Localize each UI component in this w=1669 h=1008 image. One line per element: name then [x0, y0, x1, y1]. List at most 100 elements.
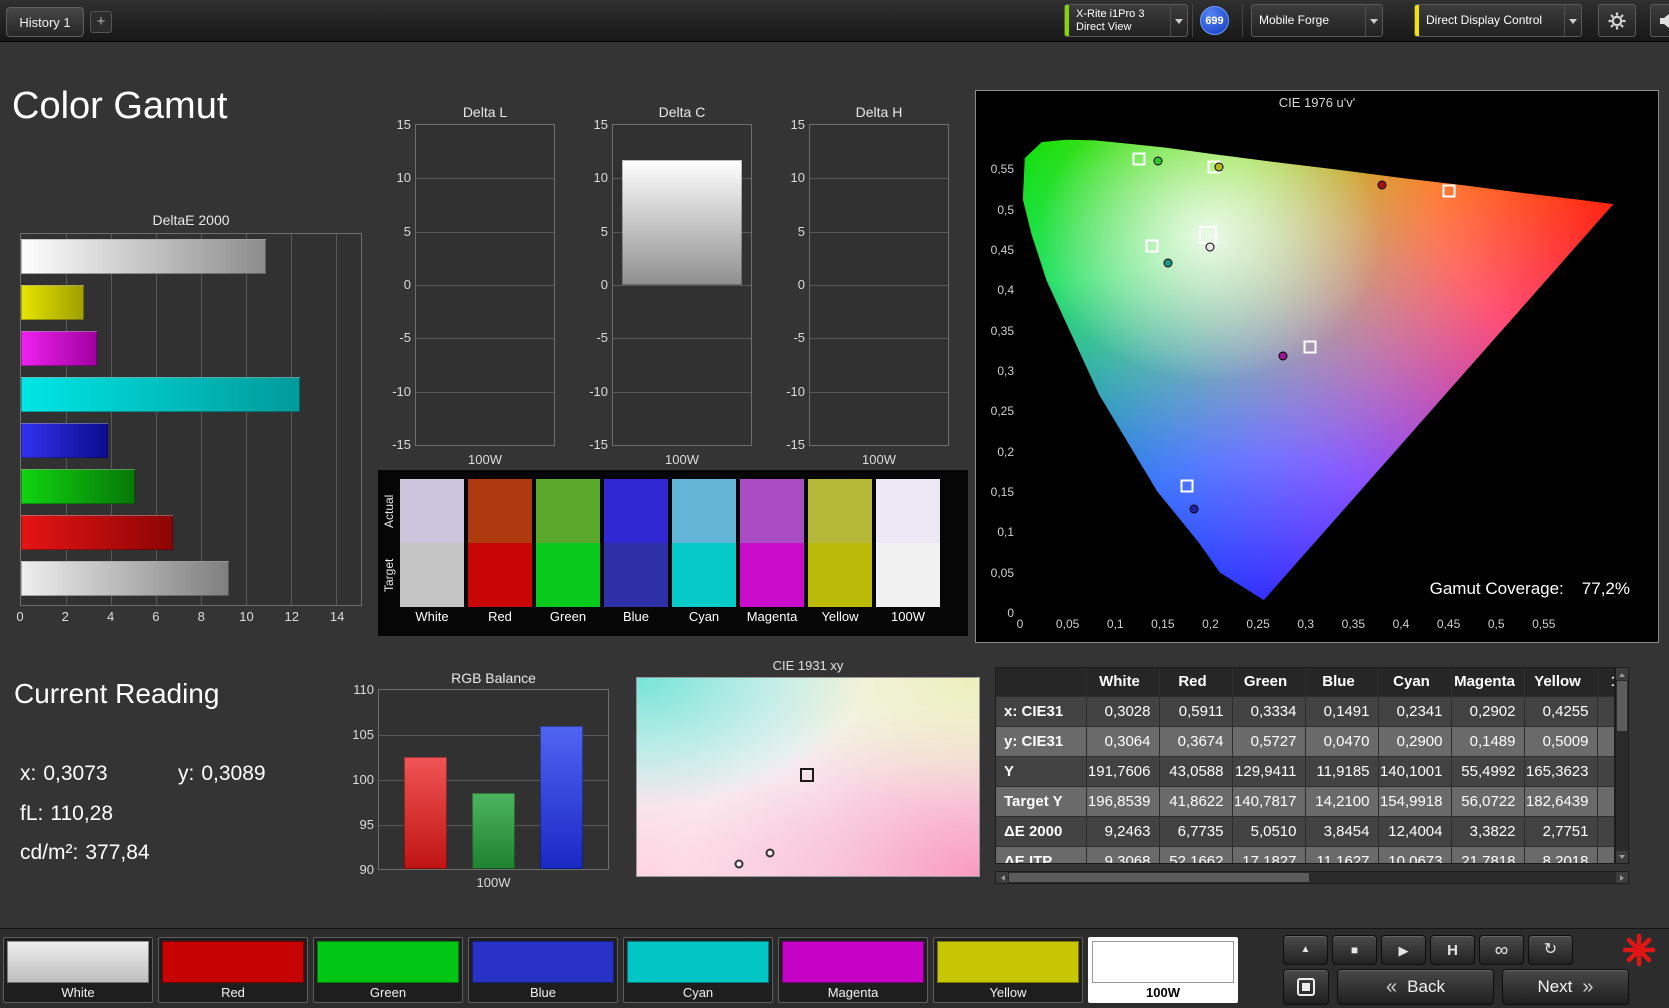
- play-icon: ▶: [1398, 942, 1409, 958]
- scroll-right-button[interactable]: [1616, 872, 1628, 883]
- deltae-bar-red: [21, 515, 174, 550]
- deltae-bar-cyan: [21, 377, 301, 412]
- cell-value: 0,3064: [1086, 726, 1160, 757]
- column-header-100w: 100W: [1597, 668, 1614, 697]
- meter-dropdown[interactable]: X-Rite i1Pro 3 Direct View: [1064, 4, 1188, 37]
- delta-plot-area: [612, 124, 752, 446]
- display-control-name: Direct Display Control: [1426, 13, 1543, 27]
- x-tick-label: 0,55: [1532, 617, 1556, 631]
- patch-button-100w[interactable]: 100W: [1088, 937, 1238, 1003]
- transport-pause-button[interactable]: H: [1430, 935, 1475, 965]
- transport-play-button[interactable]: ▶: [1381, 935, 1426, 965]
- cell-value: 10: [1597, 816, 1614, 847]
- plus-icon: +: [96, 13, 106, 30]
- patch-button-cyan[interactable]: Cyan: [623, 937, 773, 1003]
- speaker-icon: [1660, 13, 1669, 28]
- calibration-app: History 1 + X-Rite i1Pro 3 Direct View 6…: [0, 0, 1669, 1008]
- transport-stop-button[interactable]: ■: [1332, 935, 1377, 965]
- gridline: [416, 178, 554, 180]
- cell-value: 0,4255: [1524, 696, 1598, 727]
- table-horizontal-scrollbar[interactable]: [995, 871, 1629, 884]
- color-patch: [472, 941, 614, 983]
- patch-button-blue[interactable]: Blue: [468, 937, 618, 1003]
- scroll-up-button[interactable]: [1616, 668, 1628, 680]
- cell-value: 9,2463: [1086, 816, 1160, 847]
- settings-button[interactable]: [1598, 4, 1636, 37]
- audio-button[interactable]: [1650, 4, 1669, 37]
- source-dropdown[interactable]: Mobile Forge: [1251, 4, 1383, 37]
- rgb-bar-green: [472, 792, 515, 869]
- actual-swatch: [536, 479, 600, 543]
- cie1931-title: CIE 1931 xy: [772, 658, 844, 673]
- transport-refresh-button[interactable]: ↻: [1528, 935, 1573, 965]
- y-tick-label: 15: [593, 117, 608, 132]
- column-header-blue: Blue: [1305, 668, 1379, 697]
- reading-x: x: 0,3073: [20, 762, 108, 785]
- session-count-badge[interactable]: 699: [1200, 6, 1229, 35]
- back-button[interactable]: « Back: [1337, 969, 1494, 1005]
- swatch-column-yellow: Yellow: [808, 479, 872, 627]
- target-marker: [799, 768, 814, 783]
- delta-chart-title: Delta H: [855, 104, 903, 120]
- gamut-coverage-label: Gamut Coverage:: [1429, 579, 1564, 598]
- y-tick-label: 0,35: [990, 323, 1014, 338]
- patch-button-yellow[interactable]: Yellow: [933, 937, 1083, 1003]
- table-vertical-scrollbar[interactable]: [1615, 667, 1629, 864]
- y-tick-label: 0: [600, 277, 608, 292]
- cell-value: 0,0470: [1305, 726, 1379, 757]
- gridline: [810, 231, 948, 233]
- toolbar-divider: [1192, 4, 1193, 37]
- continuous-icon: ∞: [1494, 939, 1509, 961]
- page-title: Color Gamut: [12, 85, 228, 127]
- cell-value: 129,9411: [1232, 756, 1306, 787]
- patch-button-green[interactable]: Green: [313, 937, 463, 1003]
- y-tick-label: -10: [392, 383, 411, 399]
- y-tick-label: -5: [793, 330, 805, 346]
- horizontal-scroll-thumb[interactable]: [1009, 873, 1309, 882]
- tab-history-1[interactable]: History 1: [6, 7, 84, 37]
- target-swatch: [740, 543, 804, 607]
- transport-collapse-button[interactable]: ▲: [1283, 935, 1328, 965]
- cell-value: 0,2341: [1378, 696, 1452, 727]
- alert-button[interactable]: [1620, 931, 1658, 969]
- next-button[interactable]: Next »: [1502, 969, 1629, 1005]
- y-tick-label: -15: [392, 437, 411, 452]
- actual-swatch: [672, 479, 736, 543]
- actual-swatch: [468, 479, 532, 543]
- patch-button-magenta[interactable]: Magenta: [778, 937, 928, 1003]
- actual-swatch: [876, 479, 940, 543]
- source-name: Mobile Forge: [1259, 13, 1330, 27]
- y-tick-label: 10: [593, 170, 608, 186]
- deltae-bar-green: [21, 469, 135, 504]
- gridline: [416, 338, 554, 340]
- deltae-bar-row: [21, 377, 361, 423]
- next-button-label: Next: [1537, 977, 1573, 996]
- y-tick-label: 0,15: [990, 485, 1014, 500]
- transport-continuous-button[interactable]: ∞: [1479, 935, 1524, 965]
- scroll-left-button[interactable]: [996, 872, 1008, 883]
- measured-point-cyan: [1163, 258, 1173, 268]
- gamut-coverage: Gamut Coverage: 77,2%: [1430, 579, 1630, 599]
- gridline: [613, 391, 751, 393]
- gridline: [810, 178, 948, 180]
- y-tick-label: -10: [589, 383, 608, 399]
- cell-value: 0,1489: [1451, 726, 1525, 757]
- x-axis-label: 100W: [665, 452, 699, 467]
- scroll-down-button[interactable]: [1616, 851, 1628, 863]
- stop-large-button[interactable]: [1283, 969, 1329, 1005]
- deltae2000-chart: DeltaE 2000 0 2 4 6 8 10 12 14: [16, 212, 362, 627]
- vertical-scroll-thumb[interactable]: [1617, 681, 1627, 731]
- cell-value: 0,3674: [1159, 726, 1233, 757]
- deltae-bar-row: [21, 285, 361, 331]
- column-header-cyan: Cyan: [1378, 668, 1452, 697]
- swatch-label: White: [415, 609, 449, 624]
- actual-row-label: Actual: [382, 494, 396, 528]
- swatch-column-white: White: [400, 479, 464, 627]
- cell-value: 55,4992: [1451, 756, 1525, 787]
- add-tab-button[interactable]: +: [90, 11, 112, 33]
- refresh-icon: ↻: [1543, 941, 1558, 958]
- display-control-dropdown[interactable]: Direct Display Control: [1414, 4, 1582, 37]
- patch-button-red[interactable]: Red: [158, 937, 308, 1003]
- x-axis-label: 100W: [862, 452, 896, 467]
- patch-button-white[interactable]: White: [3, 937, 153, 1003]
